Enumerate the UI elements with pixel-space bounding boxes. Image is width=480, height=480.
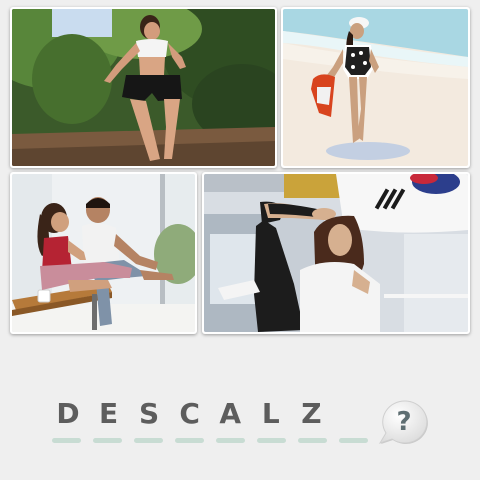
- beach-scene-image: [283, 9, 468, 166]
- answer-slot[interactable]: [257, 438, 286, 443]
- martial-arts-scene-image: [204, 174, 468, 332]
- answer-slot[interactable]: [339, 438, 368, 443]
- answer-letter-1[interactable]: D: [54, 398, 82, 430]
- answer-slot[interactable]: [134, 438, 163, 443]
- answer-letter-5[interactable]: A: [216, 398, 244, 430]
- hint-button[interactable]: ?: [378, 399, 430, 447]
- photo-woman-walking-on-beach[interactable]: [281, 7, 470, 168]
- answer-slot[interactable]: [52, 438, 81, 443]
- answer-letter-3[interactable]: S: [135, 398, 163, 430]
- couple-scene-image: [12, 174, 195, 332]
- photo-couple-sitting-on-bench[interactable]: [10, 172, 197, 334]
- photo-woman-running-outdoors[interactable]: [10, 7, 277, 168]
- running-scene-image: [12, 9, 275, 166]
- answer-slots: [52, 438, 368, 443]
- answer-slot[interactable]: [93, 438, 122, 443]
- answer-letter-2[interactable]: E: [95, 398, 123, 430]
- photo-woman-martial-arts-kick[interactable]: [202, 172, 470, 334]
- answer-letter-8[interactable]: [338, 398, 366, 430]
- answer-letters: D E S C A L Z: [52, 398, 368, 430]
- answer-slot[interactable]: [298, 438, 327, 443]
- answer-letter-7[interactable]: Z: [297, 398, 325, 430]
- answer-letter-6[interactable]: L: [257, 398, 285, 430]
- answer-letter-4[interactable]: C: [176, 398, 204, 430]
- answer-slot[interactable]: [175, 438, 204, 443]
- answer-slot[interactable]: [216, 438, 245, 443]
- answer-area: D E S C A L Z: [52, 398, 372, 450]
- question-mark-icon: ?: [396, 407, 412, 437]
